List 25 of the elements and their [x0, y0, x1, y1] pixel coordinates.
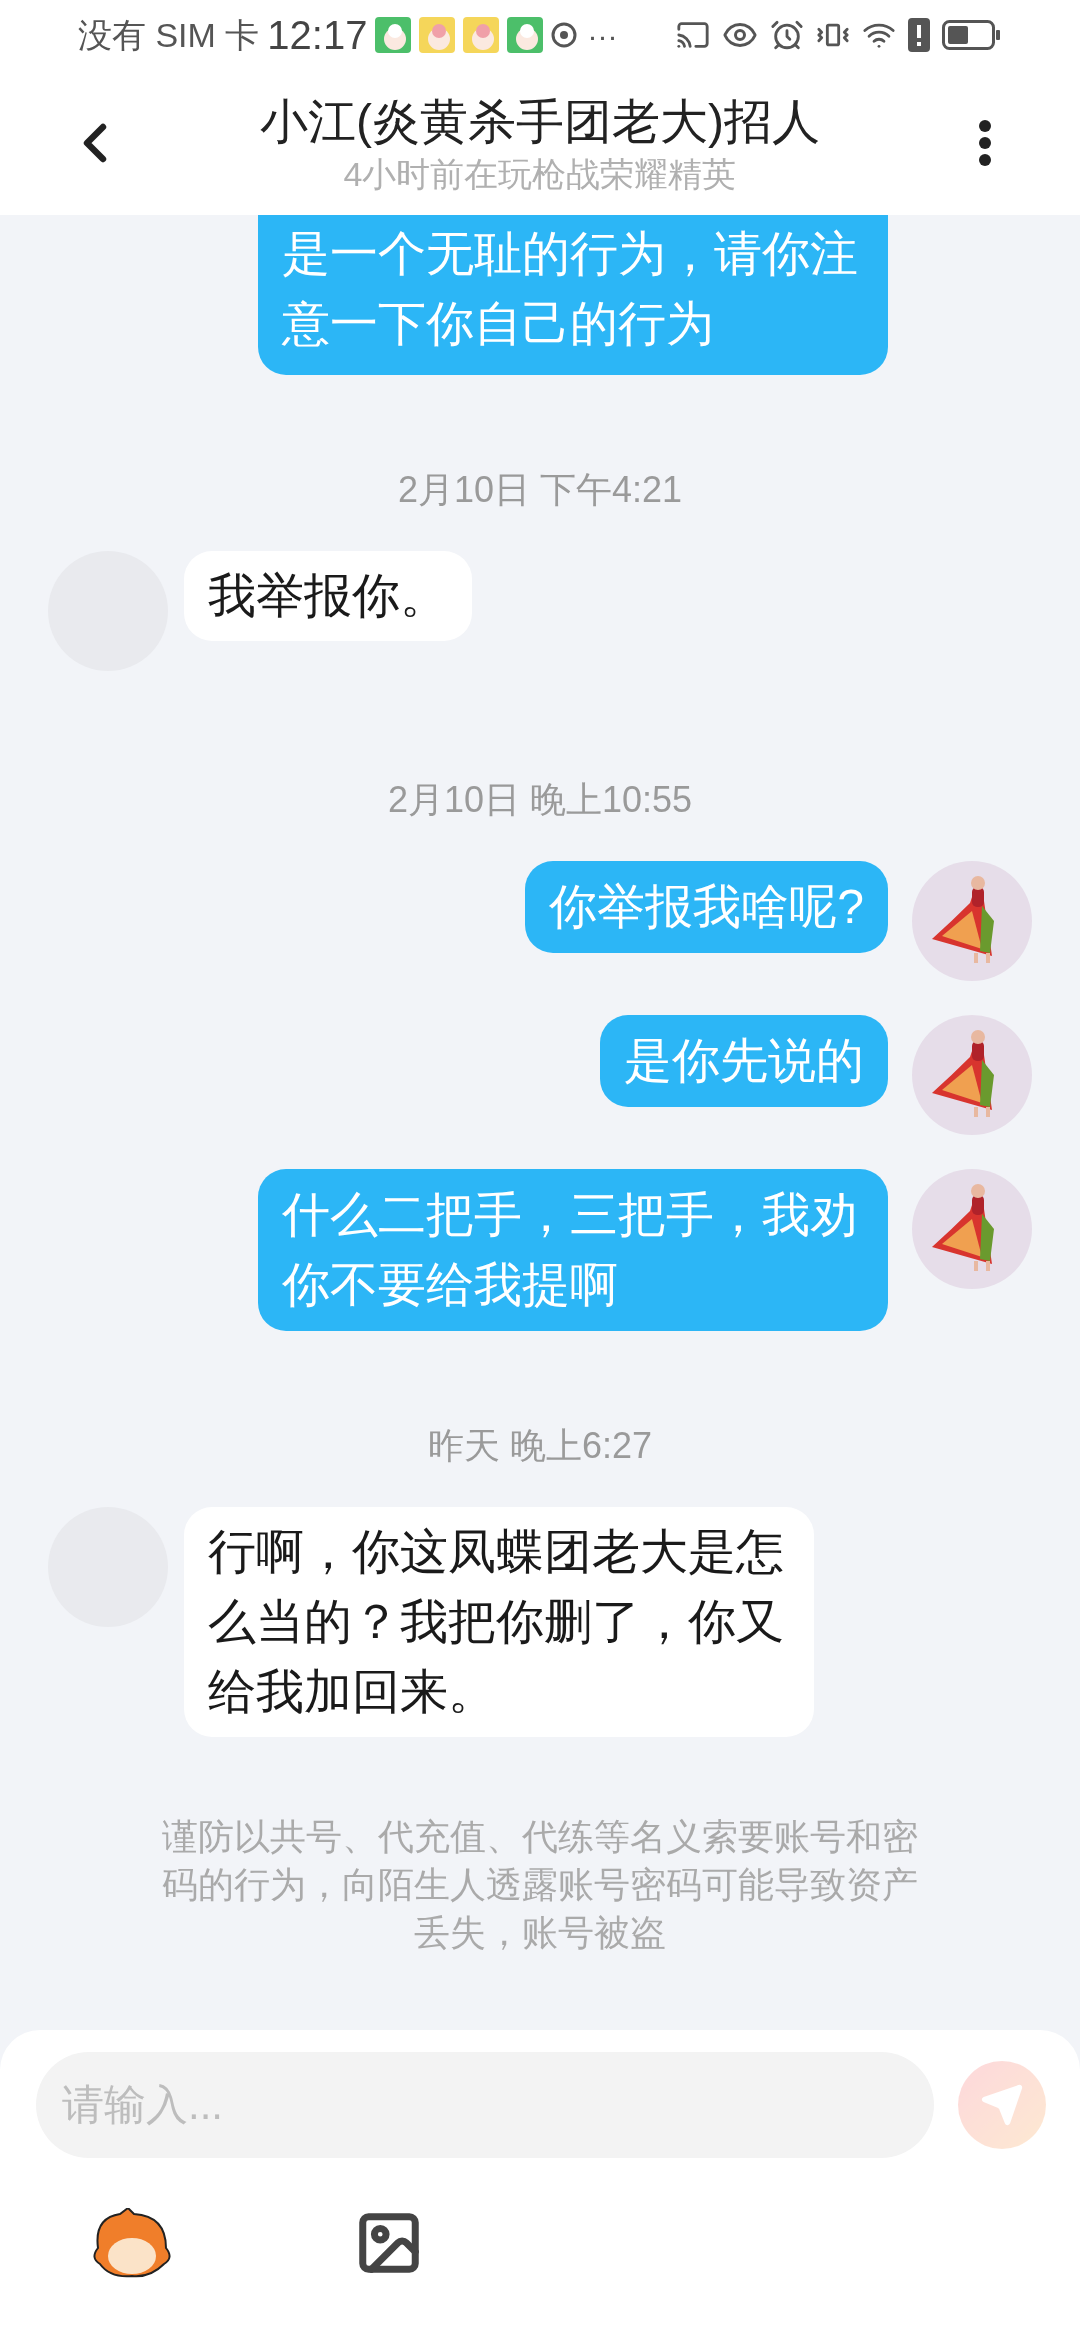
more-notifications: ···	[587, 17, 618, 54]
carrier-text: 没有 SIM 卡	[78, 14, 260, 56]
message-bubble: 行啊，你这凤蝶团老大是怎么当的？我把你删了，你又给我加回来。	[184, 1507, 814, 1737]
safety-notice: 谨防以共号、代充值、代练等名义索要账号和密码的行为，向陌生人透露账号密码可能导致资产丢失，账号被盗	[161, 1815, 919, 1955]
app-notification-icon	[463, 17, 500, 53]
message-bubble: 什么二把手，三把手，我劝你不要给我提啊	[258, 1169, 888, 1331]
app-notification-icon	[419, 17, 456, 53]
message-bubble: 你举报我啥呢?	[525, 861, 888, 953]
alarm-icon	[770, 18, 804, 52]
chat-title: 小江(炎黄杀手团老大)招人	[260, 93, 820, 150]
message-bubble: 是一个无耻的行为，请你注意一下你自己的行为	[258, 215, 888, 375]
mascot-sticker-icon[interactable]	[90, 2208, 174, 2278]
battery-icon	[942, 20, 1000, 50]
timestamp: 昨天 晚上6:27	[427, 1424, 653, 1468]
timestamp: 2月10日 晚上10:55	[387, 778, 693, 822]
message-bubble: 我举报你。	[184, 551, 472, 641]
clock: 12:17	[267, 12, 368, 59]
app-notification-icon	[507, 17, 544, 53]
timestamp: 2月10日 下午4:21	[397, 468, 683, 512]
chat-subtitle: 4小时前在玩枪战荣耀精英	[343, 153, 737, 195]
send-icon	[980, 2083, 1024, 2127]
message-bubble: 是你先说的	[600, 1015, 888, 1107]
more-icon	[978, 118, 992, 167]
app-notification-icon	[375, 17, 412, 53]
sim-alert-icon	[908, 18, 930, 52]
